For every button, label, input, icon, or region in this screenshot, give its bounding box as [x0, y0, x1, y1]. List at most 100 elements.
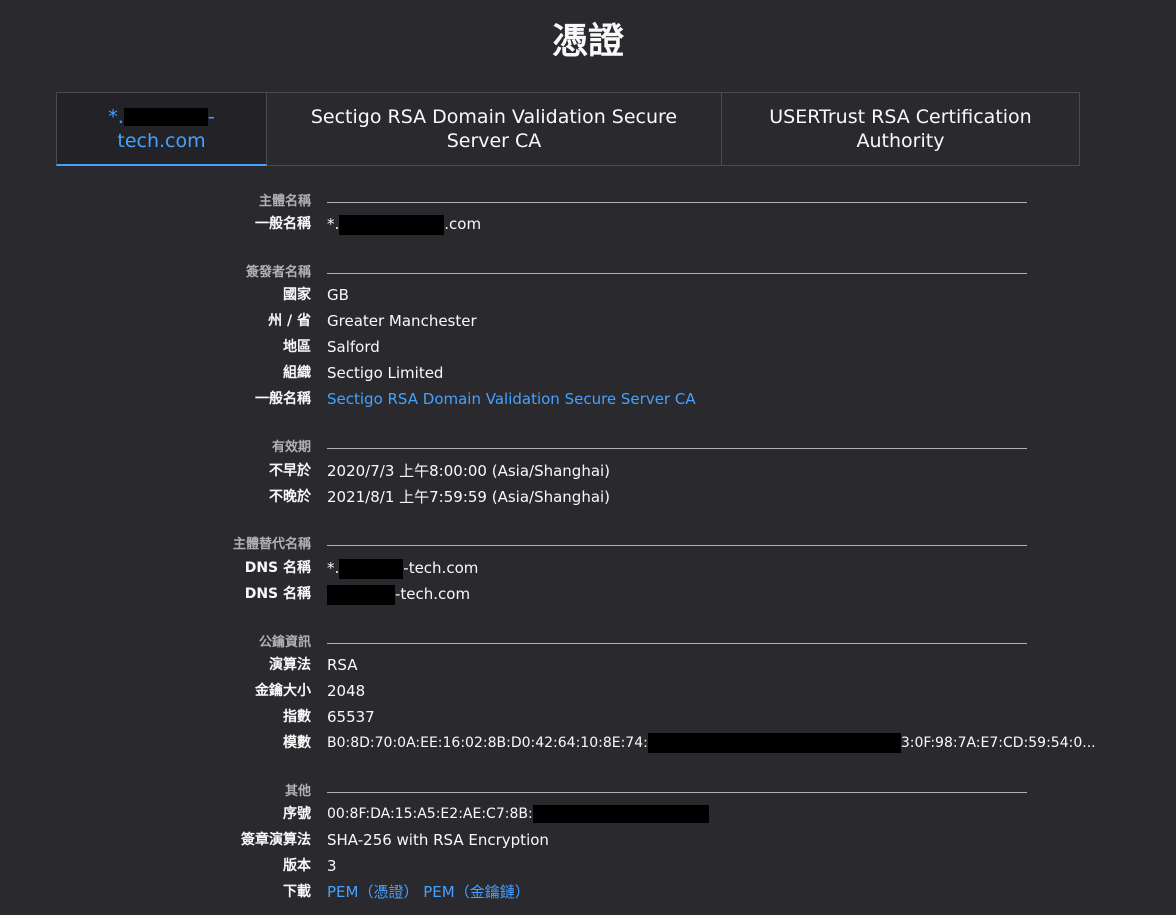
field-value: Greater Manchester	[327, 312, 477, 330]
field-label: 州 / 省	[268, 313, 311, 329]
section-san-header: 主體替代名稱	[0, 535, 1176, 555]
value-prefix: *.	[327, 215, 340, 233]
value-prefix: B0:8D:70:0A:EE:16:02:8B:D0:42:64:10:8E:7…	[327, 735, 648, 751]
field-label: 下載	[283, 884, 311, 900]
field-label: 不早於	[269, 463, 311, 479]
section-misc-header: 其他	[0, 782, 1176, 802]
field-label: 金鑰大小	[255, 683, 311, 699]
row-validity-not-before: 不早於 2020/7/3 上午8:00:00 (Asia/Shanghai)	[0, 458, 1176, 484]
section-subject-header: 主體名稱	[0, 192, 1176, 212]
field-label: 一般名稱	[255, 391, 311, 407]
field-label: 版本	[283, 858, 311, 874]
tab-intermediate-label: Sectigo RSA Domain Validation Secure Ser…	[310, 106, 678, 152]
redacted-block	[123, 108, 208, 126]
section-title: 公鑰資訊	[258, 635, 311, 650]
field-label: 組織	[283, 365, 311, 381]
value-suffix: 3:0F:98:7A:E7:CD:59:54:0...	[900, 735, 1096, 751]
section-validity-header: 有效期	[0, 438, 1176, 458]
value-prefix: 00:8F:DA:15:A5:E2:AE:C7:8B:	[327, 806, 533, 822]
row-subject-common-name: 一般名稱 *. .com	[0, 211, 1176, 237]
field-value: Salford	[327, 338, 380, 356]
tab-leaf-label-prefix: *.	[108, 105, 124, 128]
section-title: 簽發者名稱	[245, 265, 311, 280]
field-label: 一般名稱	[255, 216, 311, 232]
field-value: SHA-256 with RSA Encryption	[327, 831, 549, 849]
field-value: 2048	[327, 682, 366, 700]
value-suffix: -tech.com	[395, 585, 471, 603]
value-suffix: .com	[444, 215, 482, 233]
field-value: RSA	[327, 656, 358, 674]
row-validity-not-after: 不晚於 2021/8/1 上午7:59:59 (Asia/Shanghai)	[0, 484, 1176, 510]
row-serial-number: 序號 00:8F:DA:15:A5:E2:AE:C7:8B:	[0, 801, 1176, 827]
tab-intermediate-certificate[interactable]: Sectigo RSA Domain Validation Secure Ser…	[267, 92, 722, 166]
download-pem-cert-link[interactable]: PEM（憑證）	[327, 883, 418, 901]
tab-leaf-certificate[interactable]: *. - tech.com	[56, 92, 267, 166]
field-value: 65537	[327, 708, 375, 726]
field-value: *. -tech.com	[327, 555, 478, 581]
field-value: 2021/8/1 上午7:59:59 (Asia/Shanghai)	[327, 488, 611, 506]
redacted-block	[339, 214, 445, 235]
section-title: 有效期	[271, 440, 311, 455]
section-title: 其他	[284, 784, 311, 799]
field-label: 指數	[283, 709, 311, 725]
field-label: 地區	[283, 339, 311, 355]
field-label: 國家	[283, 287, 311, 303]
field-value: 3	[327, 857, 337, 875]
field-label: 演算法	[269, 657, 311, 673]
row-issuer-locality: 地區 Salford	[0, 334, 1176, 360]
row-key-exponent: 指數 65537	[0, 704, 1176, 730]
page-title: 憑證	[551, 21, 624, 62]
redacted-block	[327, 584, 395, 605]
tab-root-certificate[interactable]: USERTrust RSA Certification Authority	[722, 92, 1080, 166]
tab-leaf-label-line2: tech.com	[117, 129, 206, 152]
field-label: DNS 名稱	[244, 560, 311, 576]
section-title: 主體名稱	[258, 194, 311, 209]
row-issuer-state: 州 / 省 Greater Manchester	[0, 308, 1176, 334]
row-san-dns-1: DNS 名稱 *. -tech.com	[0, 555, 1176, 581]
section-divider	[327, 202, 1027, 203]
section-public-key-header: 公鑰資訊	[0, 633, 1176, 653]
section-issuer-header: 簽發者名稱	[0, 263, 1176, 283]
field-value: GB	[327, 286, 349, 304]
issuer-certificate-link[interactable]: Sectigo RSA Domain Validation Secure Ser…	[327, 386, 696, 412]
section-divider	[327, 448, 1027, 449]
value-suffix: -tech.com	[403, 559, 479, 577]
redacted-block	[339, 558, 404, 579]
redacted-block	[532, 805, 709, 823]
row-issuer-organization: 組織 Sectigo Limited	[0, 360, 1176, 386]
field-value: -tech.com	[327, 581, 470, 607]
tab-leaf-label: *. - tech.com	[108, 105, 214, 153]
field-label: 不晚於	[269, 489, 311, 505]
row-signature-algorithm: 簽章演算法 SHA-256 with RSA Encryption	[0, 827, 1176, 853]
field-label: DNS 名稱	[244, 586, 311, 602]
tab-leaf-label-suffix: -	[207, 105, 215, 128]
certificate-tabs: *. - tech.com Sectigo RSA Domain Validati…	[56, 92, 1080, 166]
download-links: PEM（憑證） PEM（金鑰鏈）	[327, 879, 530, 905]
tab-root-label: USERTrust RSA Certification Authority	[769, 106, 1032, 152]
field-value: B0:8D:70:0A:EE:16:02:8B:D0:42:64:10:8E:7…	[327, 730, 1096, 756]
section-title: 主體替代名稱	[232, 537, 311, 552]
row-download: 下載 PEM（憑證） PEM（金鑰鏈）	[0, 879, 1176, 905]
field-value: Sectigo Limited	[327, 364, 444, 382]
certificate-viewer: 憑證 *. - tech.com Sectigo RSA Domain Valid…	[0, 0, 1176, 915]
section-divider	[327, 643, 1027, 644]
row-issuer-common-name: 一般名稱 Sectigo RSA Domain Validation Secur…	[0, 386, 1176, 412]
section-divider	[327, 792, 1027, 793]
row-key-modulus: 模數 B0:8D:70:0A:EE:16:02:8B:D0:42:64:10:8…	[0, 730, 1176, 756]
row-version: 版本 3	[0, 853, 1176, 879]
download-pem-chain-link[interactable]: PEM（金鑰鏈）	[423, 883, 529, 901]
field-value: *. .com	[327, 211, 481, 237]
row-san-dns-2: DNS 名稱 -tech.com	[0, 581, 1176, 607]
value-prefix: *.	[327, 559, 340, 577]
field-label: 模數	[283, 735, 311, 751]
row-key-algorithm: 演算法 RSA	[0, 652, 1176, 678]
row-issuer-country: 國家 GB	[0, 282, 1176, 308]
field-value: 2020/7/3 上午8:00:00 (Asia/Shanghai)	[327, 462, 611, 480]
redacted-block	[647, 733, 901, 753]
section-divider	[327, 273, 1027, 274]
section-divider	[327, 545, 1027, 546]
row-key-size: 金鑰大小 2048	[0, 678, 1176, 704]
field-label: 序號	[283, 806, 311, 822]
field-label: 簽章演算法	[241, 832, 311, 848]
field-value: 00:8F:DA:15:A5:E2:AE:C7:8B:	[327, 801, 709, 827]
